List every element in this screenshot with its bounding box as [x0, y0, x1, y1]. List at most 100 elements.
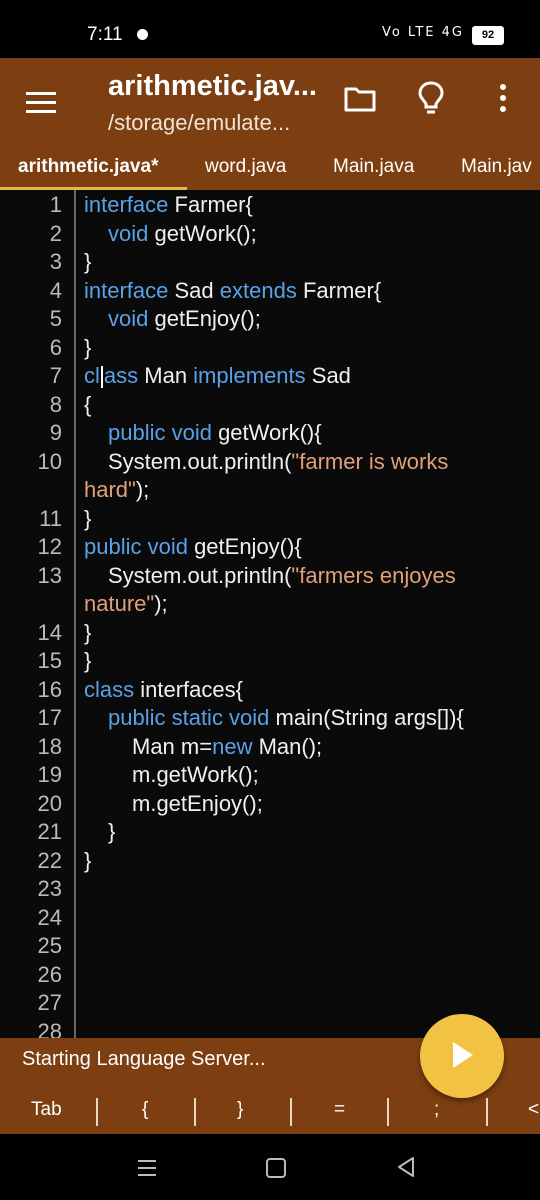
line-number: 2: [49, 220, 62, 246]
line-number: 9: [49, 420, 62, 445]
code-token: Man();: [252, 733, 323, 759]
folder-icon[interactable]: [344, 86, 376, 112]
code-line[interactable]: m.getEnjoy();: [132, 791, 263, 817]
code-line[interactable]: nature");: [84, 591, 168, 617]
symbol-separator: [290, 1098, 292, 1126]
code-line[interactable]: }: [84, 620, 91, 646]
code-token: getEnjoy();: [148, 306, 261, 331]
symbol-separator: [96, 1098, 98, 1126]
line-number: 26: [37, 961, 62, 987]
code-token: }: [84, 505, 92, 531]
battery-indicator: 92: [472, 26, 504, 45]
network-indicator: Vo LTE 4G: [381, 25, 464, 40]
lightbulb-icon[interactable]: [417, 80, 445, 116]
run-button[interactable]: [420, 1014, 504, 1098]
status-bar: 7:11 Vo LTE 4G 92: [0, 0, 540, 58]
string-token: hard": [84, 477, 136, 502]
code-token: m.getWork();: [132, 762, 259, 787]
code-line[interactable]: interface Sad extends Farmer{: [84, 278, 381, 304]
code-editor[interactable]: 1 2 3 4 5 6 7 8 9 10 11 12 13 14 15 16 17 18 19 20 21 22 23 24 2…: [0, 190, 540, 1038]
code-token: }: [84, 249, 92, 274]
code-line[interactable]: void getWork();: [108, 221, 257, 247]
line-number: 1: [49, 192, 62, 217]
keyword-token: cl: [84, 363, 100, 388]
keyword-token: ass: [103, 363, 139, 388]
code-line[interactable]: public static void main(String args[]){: [108, 705, 464, 731]
code-line[interactable]: public void getWork(){: [108, 420, 322, 446]
code-token: main(String args[]){: [269, 705, 464, 730]
tab-word-java[interactable]: word.java: [205, 156, 286, 178]
code-line[interactable]: }: [108, 819, 115, 845]
code-line[interactable]: }: [84, 249, 91, 275]
code-line[interactable]: System.out.println("farmers enjoyes: [108, 563, 456, 589]
code-line[interactable]: }: [84, 335, 91, 361]
symbol-semicolon[interactable]: ;: [434, 1099, 439, 1121]
code-line[interactable]: Man m=new Man();: [132, 734, 322, 760]
symbol-equals[interactable]: =: [334, 1099, 345, 1121]
line-number: 11: [39, 505, 62, 531]
system-navigation-bar: [0, 1134, 540, 1200]
tab-arithmetic-java[interactable]: arithmetic.java*: [18, 156, 158, 178]
back-icon[interactable]: [396, 1156, 416, 1178]
code-token: );: [135, 477, 150, 502]
code-token: }: [84, 619, 92, 645]
code-line[interactable]: class interfaces{: [84, 677, 243, 703]
status-time: 7:11: [87, 24, 123, 45]
code-line[interactable]: {: [84, 392, 91, 418]
line-number: 3: [49, 249, 62, 274]
symbol-close-brace[interactable]: }: [237, 1099, 243, 1121]
string-token: nature": [84, 591, 155, 616]
code-token: }: [84, 648, 92, 673]
code-line[interactable]: hard");: [84, 477, 149, 503]
code-line[interactable]: }: [84, 848, 91, 874]
code-line[interactable]: System.out.println("farmer is works: [108, 449, 448, 475]
code-line[interactable]: }: [84, 506, 91, 532]
line-number: 22: [37, 847, 62, 873]
keyword-token: new: [212, 733, 253, 759]
symbol-separator: [486, 1098, 488, 1126]
line-number: 17: [37, 705, 62, 730]
code-token: Sad: [168, 277, 220, 303]
code-token: getWork(){: [211, 420, 322, 445]
code-line[interactable]: void getEnjoy();: [108, 306, 261, 332]
string-token: "farmers enjoyes: [291, 562, 456, 588]
code-line[interactable]: interface Farmer{: [84, 192, 253, 218]
code-token: );: [154, 591, 168, 616]
code-line[interactable]: }: [84, 648, 91, 674]
line-number: 5: [49, 306, 62, 331]
tab-main-java-2[interactable]: Main.jav: [461, 156, 532, 178]
line-number: 7: [49, 363, 62, 388]
keyword-token: interface: [84, 277, 169, 303]
file-title: arithmetic.jav...: [108, 70, 317, 102]
line-number: 10: [37, 448, 62, 474]
line-number: 15: [37, 648, 62, 673]
line-number: 12: [37, 534, 62, 559]
symbol-tab[interactable]: Tab: [31, 1099, 62, 1121]
symbol-open-brace[interactable]: {: [142, 1099, 148, 1121]
code-token: System.out.println(: [108, 562, 292, 588]
keyword-token: implements: [193, 363, 306, 388]
file-path: /storage/emulate...: [108, 110, 291, 135]
code-line[interactable]: cl ass Man implements Sad: [84, 363, 351, 389]
code-line[interactable]: public void getEnjoy(){: [84, 534, 302, 560]
line-number: 27: [37, 990, 62, 1015]
line-number: 6: [49, 334, 62, 360]
hamburger-menu-icon[interactable]: [26, 92, 56, 114]
tab-main-java[interactable]: Main.java: [333, 156, 414, 178]
code-line[interactable]: m.getWork();: [132, 762, 259, 788]
code-token: {: [84, 391, 92, 417]
home-icon[interactable]: [266, 1158, 286, 1178]
keyword-token: interface: [84, 192, 169, 217]
recent-apps-icon[interactable]: [138, 1160, 156, 1181]
code-token: getWork();: [148, 220, 257, 246]
code-token: }: [84, 334, 92, 360]
code-token: m.getEnjoy();: [132, 790, 263, 816]
line-number: 21: [37, 819, 62, 844]
more-options-icon[interactable]: [498, 84, 508, 116]
keyword-token: public void: [108, 420, 212, 445]
line-number: 16: [37, 676, 62, 702]
line-number: 19: [37, 762, 62, 787]
line-number: 23: [37, 876, 62, 901]
symbol-less-than[interactable]: <: [528, 1099, 539, 1121]
keyword-token: class: [84, 676, 135, 702]
